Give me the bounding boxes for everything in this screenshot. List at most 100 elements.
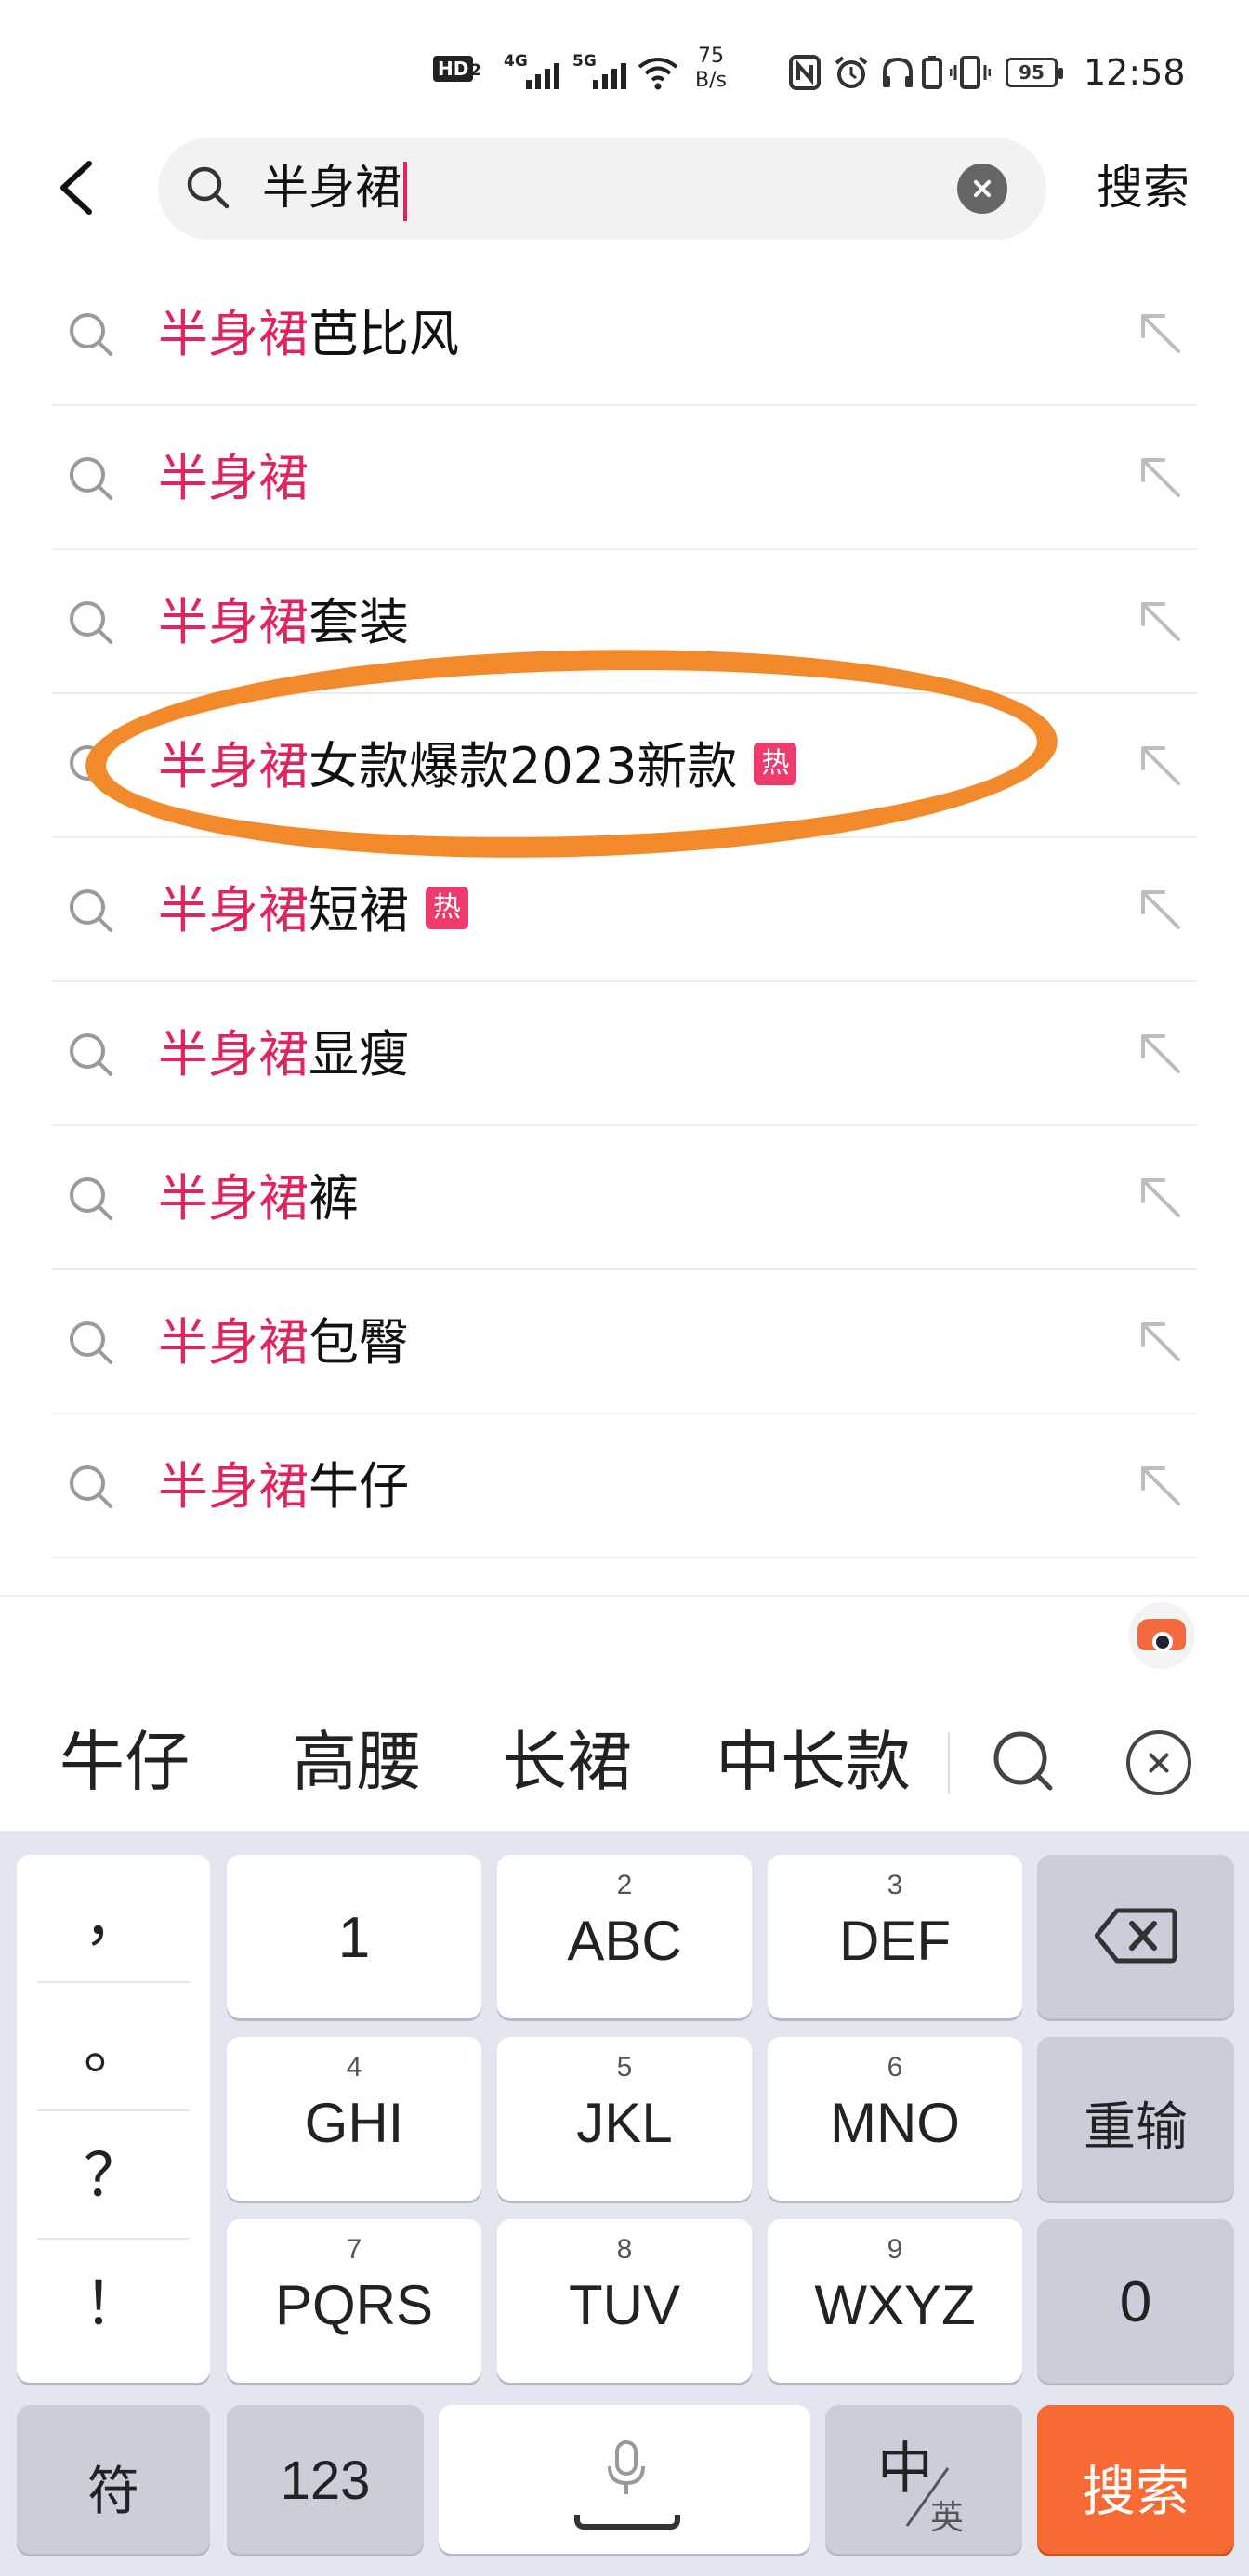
suggestion-item[interactable]: 半身裙 <box>52 406 1197 550</box>
suggestion-highlight: 半身裙 <box>158 1313 309 1372</box>
mascot-icon[interactable] <box>1128 1602 1195 1669</box>
suggestion-rest: 短裙 <box>309 881 409 940</box>
punct-key-period[interactable]: 。 <box>37 1983 190 2111</box>
key-8-tuv[interactable]: 8 TUV <box>497 2219 752 2383</box>
suggestion-rest: 套装 <box>309 593 409 651</box>
text-cursor <box>403 161 407 221</box>
search-icon <box>70 457 112 500</box>
key-3-def[interactable]: 3 DEF <box>768 1855 1022 2018</box>
search-icon <box>70 601 112 644</box>
sim-indicator: 2 <box>470 61 481 80</box>
key-2-abc[interactable]: 2 ABC <box>497 1855 752 2018</box>
key-label: 0 <box>1119 2270 1152 2334</box>
clock: 12:58 <box>1084 52 1186 93</box>
suggestion-item[interactable]: 半身裙女款爆款2023新款热 <box>52 694 1197 838</box>
suggestion-item[interactable]: 半身裙显瘦 <box>52 982 1197 1126</box>
fill-query-arrow-icon[interactable] <box>1136 1031 1184 1079</box>
clear-input-icon[interactable] <box>957 164 1007 214</box>
search-icon <box>70 745 112 788</box>
candidate-word[interactable]: 牛仔 <box>59 1723 190 1801</box>
suggestion-rest: 女款爆款2023新款 <box>309 737 738 795</box>
battery-icon: 95 <box>1006 58 1063 87</box>
suggestion-item[interactable]: 半身裙芭比风 <box>52 262 1197 406</box>
ime-search-key[interactable]: 搜索 <box>1037 2405 1234 2554</box>
alarm-icon <box>835 56 868 88</box>
suggestion-item[interactable]: 半身裙短裙热 <box>52 838 1197 982</box>
fill-query-arrow-icon[interactable] <box>1136 1175 1184 1223</box>
search-icon <box>187 166 230 209</box>
hot-badge: 热 <box>426 887 468 930</box>
retype-key[interactable]: 重输 <box>1037 2037 1234 2201</box>
search-query-text: 半身裙 <box>262 161 401 215</box>
key-1[interactable]: 1 <box>227 1855 481 2018</box>
suggestion-highlight: 半身裙 <box>158 1169 309 1228</box>
search-header: 半身裙 搜索 <box>0 138 1249 240</box>
candidate-word[interactable]: 高腰 <box>292 1723 422 1801</box>
search-input[interactable]: 半身裙 <box>158 138 1046 240</box>
suggestion-text: 半身裙显瘦 <box>158 1025 409 1084</box>
fill-query-arrow-icon[interactable] <box>1136 454 1184 503</box>
headphones-icon <box>883 57 913 87</box>
suggestion-item[interactable]: 半身裙牛仔 <box>52 1414 1197 1558</box>
key-4-ghi[interactable]: 4 GHI <box>227 2037 481 2201</box>
backspace-icon <box>1095 1908 1177 1964</box>
suggestion-text: 半身裙牛仔 <box>158 1457 409 1517</box>
candidate-word[interactable]: 长裙 <box>502 1723 632 1801</box>
key-6-mno[interactable]: 6 MNO <box>768 2037 1022 2201</box>
key-number: 2 <box>616 1870 633 1900</box>
signal-icon-2 <box>593 58 626 89</box>
space-key[interactable] <box>439 2405 810 2554</box>
space-bar-icon <box>574 2515 680 2530</box>
suggestion-item[interactable]: 半身裙包臀 <box>52 1270 1197 1414</box>
ime-search-icon[interactable] <box>991 1728 1058 1795</box>
section-divider <box>0 1595 1249 1597</box>
key-number: 8 <box>616 2234 633 2265</box>
fill-query-arrow-icon[interactable] <box>1136 1319 1184 1367</box>
suggestion-item[interactable]: 半身裙裤 <box>52 1126 1197 1270</box>
key-label: 重输 <box>1084 2097 1188 2156</box>
search-query[interactable]: 半身裙 <box>262 158 407 221</box>
keyboard: ， 。 ？ ！ 1 2 ABC 3 DEF 4 GHI 5 JKL 6 MNO … <box>0 1831 1249 2576</box>
search-icon <box>70 313 112 356</box>
key-label: DEF <box>839 1910 951 1972</box>
punct-key-comma[interactable]: ， <box>37 1855 190 1983</box>
key-label: PQRS <box>274 2274 434 2336</box>
fill-query-arrow-icon[interactable] <box>1136 743 1184 791</box>
key-label: WXYZ <box>814 2274 976 2336</box>
suggestion-highlight: 半身裙 <box>158 1025 309 1084</box>
key-0[interactable]: 0 <box>1037 2219 1234 2383</box>
key-7-pqrs[interactable]: 7 PQRS <box>227 2219 481 2383</box>
fill-query-arrow-icon[interactable] <box>1136 598 1184 647</box>
key-number: 4 <box>346 2052 362 2083</box>
key-9-wxyz[interactable]: 9 WXYZ <box>768 2219 1022 2383</box>
numbers-key[interactable]: 123 <box>227 2405 424 2554</box>
backspace-key[interactable] <box>1037 1855 1234 2018</box>
key-5-jkl[interactable]: 5 JKL <box>497 2037 752 2201</box>
fill-query-arrow-icon[interactable] <box>1136 887 1184 935</box>
punct-key-question[interactable]: ？ <box>37 2111 190 2240</box>
punct-key-exclamation[interactable]: ！ <box>37 2240 190 2368</box>
fill-query-arrow-icon[interactable] <box>1136 310 1184 359</box>
suggestion-text: 半身裙芭比风 <box>158 305 459 364</box>
suggestion-rest: 包臀 <box>309 1313 409 1372</box>
microphone-icon <box>608 2440 645 2494</box>
back-arrow-icon[interactable] <box>50 158 106 217</box>
language-switch-key[interactable]: 中 英 <box>825 2405 1022 2554</box>
candidate-word[interactable]: 中长款 <box>716 1723 911 1801</box>
suggestion-highlight: 半身裙 <box>158 737 309 795</box>
status-bar: HD 2 4G 5G 75 B/s 95 12:58 <box>0 0 1249 139</box>
suggestion-item[interactable]: 半身裙套装 <box>52 550 1197 694</box>
suggestion-rest: 芭比风 <box>309 305 459 363</box>
suggestion-list: 半身裙芭比风 半身裙 半身裙套装 半身裙女款爆款2023新款热半身裙短裙热半身裙显瘦半… <box>0 262 1249 1558</box>
symbols-key[interactable]: 符 <box>17 2405 210 2554</box>
search-icon <box>70 1321 112 1364</box>
key-label: MNO <box>830 2092 960 2154</box>
fill-query-arrow-icon[interactable] <box>1136 1463 1184 1511</box>
search-button[interactable]: 搜索 <box>1097 158 1190 217</box>
search-icon <box>70 1177 112 1220</box>
key-label: 搜索 <box>1081 2462 1190 2522</box>
suggestion-highlight: 半身裙 <box>158 1457 309 1516</box>
punctuation-column: ， 。 ？ ！ <box>17 1855 210 2383</box>
close-keyboard-icon[interactable] <box>1126 1730 1191 1795</box>
key-number: 9 <box>887 2234 903 2265</box>
